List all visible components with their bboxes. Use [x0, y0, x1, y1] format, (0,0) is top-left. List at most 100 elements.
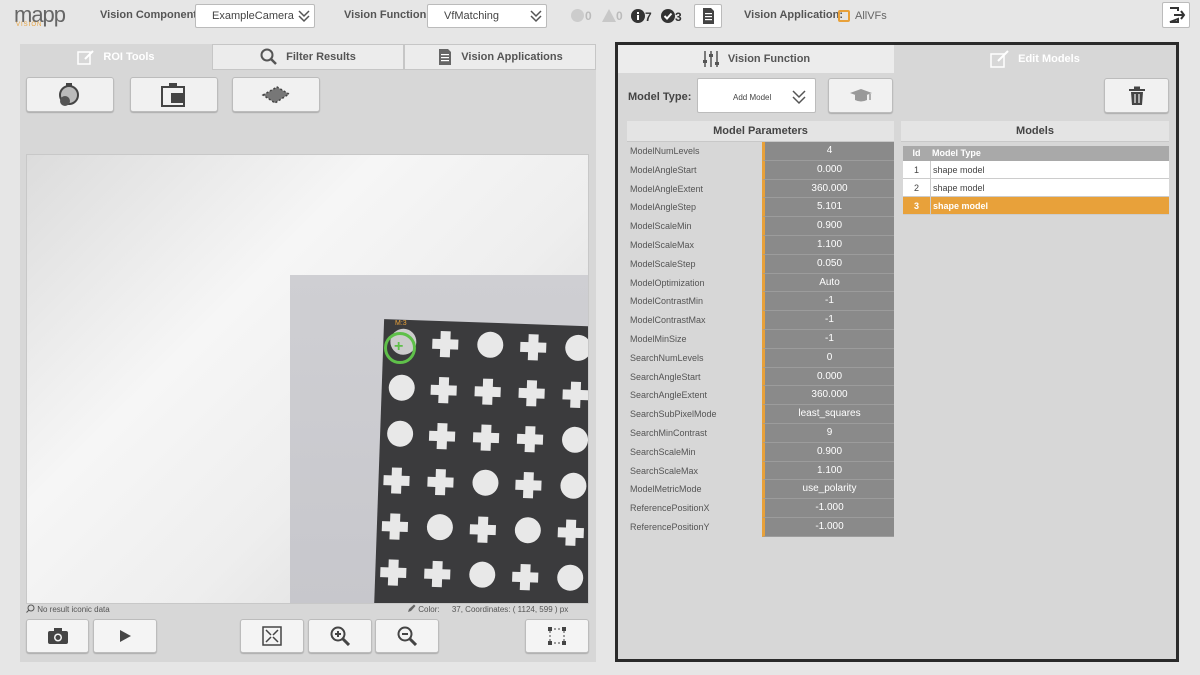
tab-filter-results[interactable]: Filter Results [212, 44, 404, 70]
tab-edit-models[interactable]: Edit Models [894, 45, 1176, 73]
check-icon [661, 9, 675, 23]
logo-subtitle: VISION [16, 22, 43, 28]
param-value[interactable]: 0.050 [762, 254, 894, 274]
model-row[interactable]: 1 shape model [903, 161, 1169, 179]
zoom-in-button[interactable] [308, 619, 372, 653]
param-name: ModelNumLevels [630, 146, 700, 156]
search-icon [260, 48, 278, 65]
model-row[interactable]: 3 shape model [903, 197, 1169, 215]
param-value[interactable]: 9 [762, 423, 894, 443]
application-icon [838, 10, 850, 22]
vision-application-label: Vision Application: [744, 9, 844, 21]
param-row: ModelScaleMin 0.900 [627, 217, 894, 236]
param-value[interactable]: -1 [762, 292, 894, 312]
param-name: ModelOptimization [630, 277, 705, 288]
right-panel: Vision Function Edit Models Model Type: … [615, 42, 1179, 662]
param-value[interactable]: least_squares [762, 405, 894, 424]
param-value[interactable]: 1.100 [762, 235, 894, 255]
roi-select-button[interactable] [525, 619, 589, 653]
models-table-header: Id Model Type [903, 146, 1169, 161]
top-bar: mapp VISION Vision Component: ExampleCam… [0, 0, 1200, 32]
param-value[interactable]: use_polarity [762, 480, 894, 500]
chevron-down-icon [530, 10, 542, 23]
param-value[interactable]: Auto [762, 273, 894, 293]
roi-tool-button-3[interactable] [232, 77, 320, 112]
param-row: SearchAngleStart 0.000 [627, 367, 894, 387]
document-icon [703, 8, 714, 24]
model-id: 1 [913, 165, 919, 175]
param-name: SearchSubPixelMode [630, 409, 717, 420]
param-row: ModelMetricMode use_polarity [627, 480, 894, 500]
exit-button[interactable] [1162, 2, 1190, 28]
param-name: ReferencePositionY [630, 521, 710, 532]
param-row: ModelAngleStart 0.000 [627, 160, 894, 180]
param-value[interactable]: 5.101 [762, 198, 894, 218]
vision-component-select[interactable]: ExampleCamera [195, 4, 315, 28]
tab-vision-function[interactable]: Vision Function [618, 45, 894, 73]
fit-to-window-button[interactable] [240, 619, 304, 653]
model-type-select[interactable]: Add Model [697, 78, 816, 113]
param-value[interactable]: -1 [762, 329, 894, 349]
param-name: ModelScaleMin [630, 221, 692, 232]
param-value[interactable]: 0.000 [762, 367, 894, 387]
ok-status[interactable]: 3 [661, 9, 682, 24]
param-name: ModelAngleExtent [630, 183, 704, 194]
param-value[interactable]: -1.000 [762, 499, 894, 518]
snapshot-button[interactable] [26, 619, 89, 653]
param-name: ModelScaleMax [630, 239, 695, 250]
coord-unit: ) px [554, 605, 569, 614]
log-document-button[interactable] [694, 4, 722, 28]
roi-tool-button-2[interactable] [130, 77, 218, 112]
param-name: ModelAngleStart [630, 164, 697, 175]
param-row: SearchNumLevels 0 [627, 348, 894, 368]
param-value[interactable]: 0 [762, 348, 894, 368]
column-model-type: Model Type [932, 148, 981, 158]
tab-vision-applications[interactable]: Vision Applications [404, 44, 596, 70]
param-row: ModelScaleStep 0.050 [627, 254, 894, 274]
model-row[interactable]: 2 shape model [903, 179, 1169, 197]
delete-model-button[interactable] [1104, 78, 1169, 113]
error-status[interactable]: 0 [571, 9, 592, 23]
param-value[interactable]: 360.000 [762, 179, 894, 199]
param-row: ModelContrastMax -1 [627, 311, 894, 330]
param-value[interactable]: -1 [762, 311, 894, 330]
vision-application-value[interactable]: AllVFs [855, 10, 887, 22]
model-type-value: Add Model [733, 93, 772, 102]
edit-icon [990, 50, 1009, 68]
exit-icon [1169, 7, 1186, 23]
param-value[interactable]: 360.000 [762, 386, 894, 406]
camera-image[interactable]: + M:3 [26, 154, 589, 604]
param-value[interactable]: 0.000 [762, 160, 894, 180]
roi-area-icon [261, 85, 291, 104]
param-value[interactable]: 0.900 [762, 442, 894, 462]
param-value[interactable]: -1.000 [762, 517, 894, 537]
color-value: 37 [451, 605, 461, 614]
edit-icon [77, 50, 95, 65]
vision-function-value: VfMatching [444, 10, 500, 22]
search-icon [26, 604, 35, 613]
zoom-out-button[interactable] [375, 619, 439, 653]
play-icon [120, 630, 131, 642]
param-name: ModelAngleStep [630, 202, 697, 213]
param-value[interactable]: 0.900 [762, 217, 894, 236]
param-row: ModelAngleStep 5.101 [627, 198, 894, 218]
warning-status[interactable]: 0 [602, 9, 623, 23]
tab-roi-tools[interactable]: ROI Tools [20, 44, 212, 70]
model-type: shape model [930, 179, 1169, 196]
roi-tool-button-1[interactable] [26, 77, 114, 112]
param-rows: ModelNumLevels 4 ModelAngleStart 0.000 Model… [627, 142, 894, 537]
sliders-icon [702, 51, 719, 67]
param-row: ModelNumLevels 4 [627, 142, 894, 161]
train-model-button[interactable] [828, 78, 893, 113]
info-status[interactable]: 7 [631, 9, 652, 24]
zoom-out-icon [397, 626, 417, 646]
color-label: Color: [418, 605, 440, 614]
coord-y-value: 599 [539, 605, 553, 614]
chevron-down-icon [792, 90, 806, 105]
param-value[interactable]: 4 [762, 142, 894, 161]
vision-function-select[interactable]: VfMatching [427, 4, 547, 28]
param-value[interactable]: 1.100 [762, 461, 894, 481]
fullscreen-icon [262, 626, 282, 646]
model-type-label: Model Type: [628, 91, 692, 103]
play-button[interactable] [93, 619, 157, 653]
